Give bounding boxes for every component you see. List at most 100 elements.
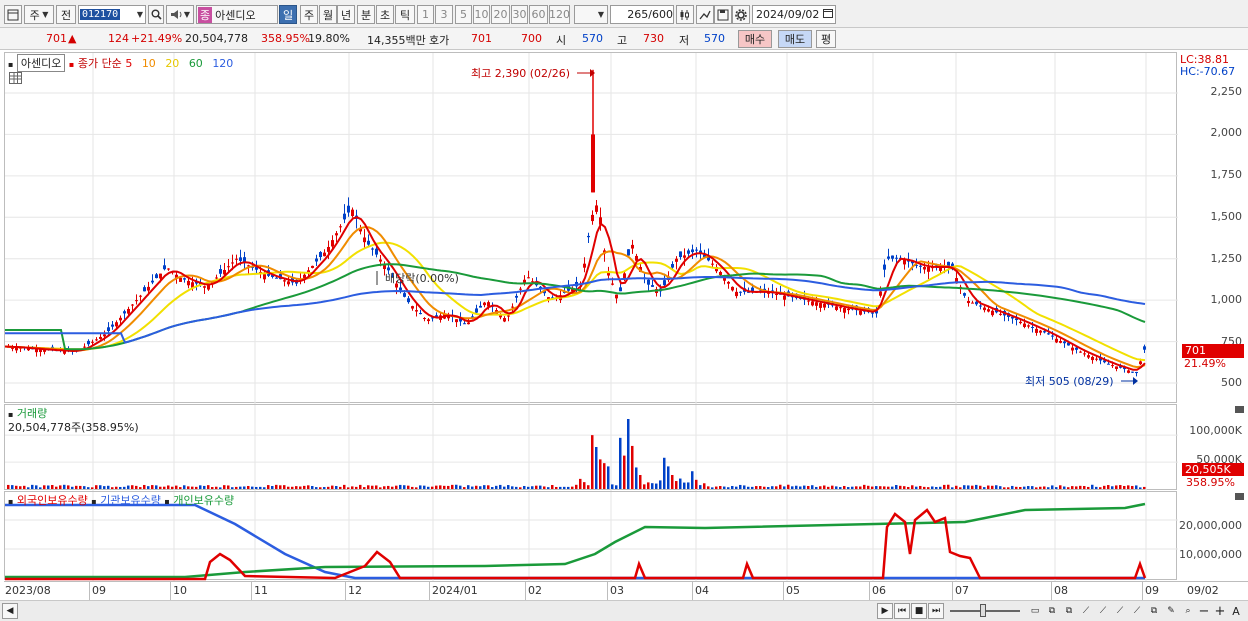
candle-body [807,300,810,302]
price-chart-panel[interactable]: 최고 2,390 (02/26) 최저 505 (08/29) 배당락(0.00%)… [4,52,1178,404]
volume-bar [951,487,954,489]
stock-code-input[interactable]: 012170 ▼ [78,5,146,24]
auto-scale-icon[interactable]: A [1228,603,1244,619]
period-button-0[interactable]: 일 [279,5,297,24]
edit-icon[interactable]: ✎ [1163,603,1179,619]
candle-body [167,268,170,270]
candle-body [967,300,970,304]
candle-body [319,252,322,258]
zoom-slider-handle[interactable] [980,604,986,617]
trend-line-icon[interactable]: ⟋ [1078,603,1094,619]
count-dropdown[interactable]: ▼ [574,5,608,24]
candle-body [1087,355,1090,358]
holding-chart-panel[interactable]: ▪ 외국인보유수량 ▪ 기관보유수량 ▪ 개인보유수량 [4,491,1178,581]
save-icon[interactable] [714,5,732,24]
chevron-down-icon[interactable]: ▼ [137,10,145,19]
legend-stock-name[interactable]: 아센디오 [16,54,66,72]
current-price-pct: 21.49% [1184,357,1226,370]
period-button-5[interactable]: 초 [376,5,394,24]
candle-body [679,251,682,258]
candle-body [1131,371,1134,373]
eval-button[interactable]: 평 [816,30,836,48]
scroll-left-icon[interactable]: ◀ [2,603,18,619]
zoom-in-icon[interactable]: + [1212,603,1228,619]
date-input[interactable]: 2024/09/02 [752,5,836,24]
panel-collapse-icon[interactable] [1235,493,1244,500]
panel-collapse-icon[interactable] [1235,406,1244,413]
volume-bar [1019,486,1022,489]
interval-button-0[interactable]: 1 [417,5,434,24]
window-multi-icon[interactable]: ⧉ [1061,603,1077,619]
legend-marker-icon: ▪ [8,60,14,69]
stock-name-field[interactable]: 종 아센디오 [196,5,278,24]
window-icon[interactable]: ▭ [1027,603,1043,619]
chart-menu-icon[interactable] [4,5,22,24]
first-page-icon[interactable]: ⏮ [894,603,910,619]
copy-icon[interactable]: ⧉ [1146,603,1162,619]
volume-bar [539,485,542,489]
candle-type-icon[interactable] [676,5,694,24]
volume-bar [975,484,978,489]
candle-body [1083,353,1086,355]
data-table-icon[interactable] [9,72,22,84]
market-select[interactable]: 주 ▼ [24,5,54,24]
interval-button-5[interactable]: 30 [511,5,528,24]
volume-bar [1027,486,1030,489]
scroll-right-icon[interactable]: ▶ [877,603,893,619]
interval-button-3[interactable]: 10 [473,5,490,24]
count-input[interactable]: 265 /600 [610,5,674,24]
interval-button-6[interactable]: 60 [529,5,548,24]
interval-button-4[interactable]: 20 [491,5,510,24]
volume-bar [531,486,534,489]
volume-bar [807,485,810,489]
calendar-icon[interactable] [823,8,835,21]
date-axis-label: 2024/01 [432,584,478,597]
period-button-2[interactable]: 월 [319,5,337,24]
period-button-1[interactable]: 주 [300,5,318,24]
trend-line-alt-icon[interactable]: ⟋ [1095,603,1111,619]
stop-icon[interactable]: ■ [911,603,927,619]
volume-bar [599,459,602,489]
chevron-down-icon: ▼ [39,10,49,19]
interval-button-1[interactable]: 3 [435,5,453,24]
prev-button[interactable]: 전 [56,5,76,24]
period-button-3[interactable]: 년 [337,5,355,24]
speaker-icon[interactable]: ▼ [166,5,194,24]
last-page-icon[interactable]: ⏭ [928,603,944,619]
gear-icon[interactable] [732,5,750,24]
search-icon[interactable] [148,5,164,24]
volume-bar [55,486,58,489]
candle-body [1019,321,1022,324]
period-button-4[interactable]: 분 [357,5,375,24]
volume-bar [991,485,994,489]
legend-marker-icon: ▪ [91,497,97,506]
fibo-icon[interactable]: ⟋ [1112,603,1128,619]
volume-chart-panel[interactable]: ▪ 거래량 20,504,778주(358.95%) [4,404,1178,491]
interval-button-2[interactable]: 5 [455,5,472,24]
count-max: /600 [648,8,673,21]
buy-button[interactable]: 매수 [738,30,772,48]
candle-body [1107,363,1110,365]
volume-bar [831,485,834,489]
zoom-out-icon[interactable]: − [1196,603,1212,619]
zoom-search-icon[interactable]: ⌕ [1180,603,1196,619]
candle-body [971,302,974,304]
volume-bar [555,486,558,489]
chart-scrollbar[interactable]: ◀ ▶ ⏮ ■ ⏭ ▭ ⧉ ⧉ ⟋ ⟋ ⟋ ⟋ ⧉ ✎ ⌕ − + A [0,600,1248,621]
volume-bar [495,485,498,489]
interval-button-7[interactable]: 120 [549,5,570,24]
volume-bar [1067,487,1070,489]
arrow-line-icon[interactable]: ⟋ [1129,603,1145,619]
volume-bar [415,487,418,489]
volume-bar [547,487,550,489]
holding-tick: 10,000,000 [1179,548,1242,561]
window-split-icon[interactable]: ⧉ [1044,603,1060,619]
volume-bar [611,484,614,489]
sell-button[interactable]: 매도 [778,30,812,48]
volume-bar [67,485,70,489]
period-button-6[interactable]: 틱 [395,5,415,24]
volume-bar [1095,486,1098,489]
volume-bar [119,486,122,489]
draw-tool-icon[interactable] [696,5,714,24]
candle-body [1115,366,1118,369]
